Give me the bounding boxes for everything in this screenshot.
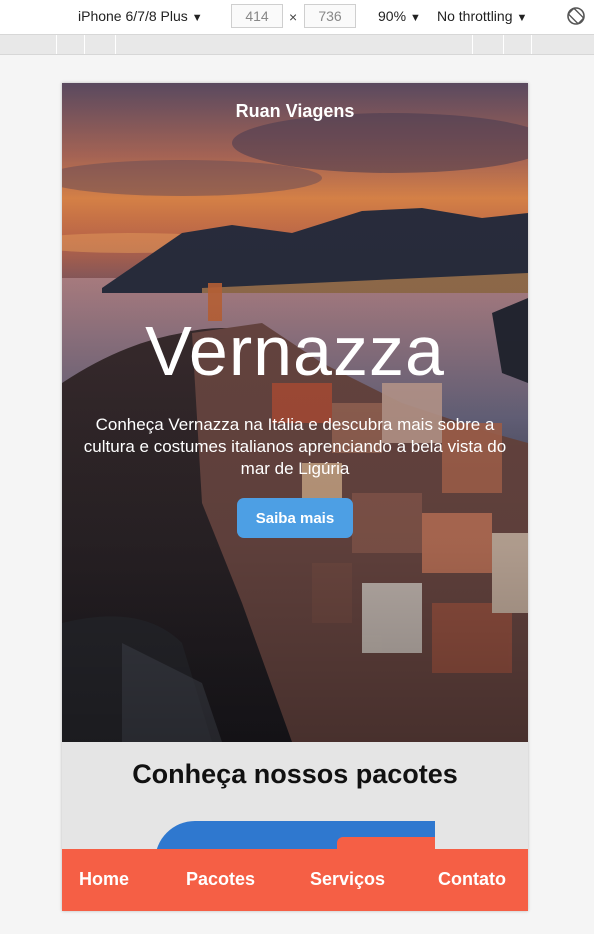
bottom-navigation: Home Pacotes Serviços Contato [62, 849, 528, 911]
caret-down-icon: ▼ [516, 12, 528, 24]
viewport-height-input[interactable] [304, 4, 356, 28]
media-query-bar [0, 35, 594, 55]
caret-down-icon: ▼ [410, 12, 421, 24]
dimension-separator: × [289, 9, 298, 25]
nav-item-servicos[interactable]: Serviços [310, 869, 385, 890]
ruler-tick [56, 35, 57, 54]
hero-background-image [62, 83, 528, 742]
ruler-tick [472, 35, 473, 54]
zoom-select[interactable]: 90% ▼ [378, 8, 421, 24]
packages-section-title: Conheça nossos pacotes [132, 759, 458, 789]
throttling-select[interactable]: No throttling ▼ [437, 8, 527, 24]
saiba-mais-button[interactable]: Saiba mais [237, 498, 353, 538]
ruler-tick [115, 35, 116, 54]
device-label: iPhone 6/7/8 Plus [78, 8, 188, 24]
nav-item-home[interactable]: Home [79, 869, 129, 890]
hero-description: Conheça Vernazza na Itália e descubra ma… [83, 415, 507, 478]
device-viewport: Ruan Viagens Vernazza Conheça Vernazza n… [62, 83, 528, 911]
throttling-label: No throttling [437, 8, 513, 24]
nav-item-pacotes[interactable]: Pacotes [186, 869, 255, 890]
brand-logo-text[interactable]: Ruan Viagens [62, 101, 528, 122]
rotate-icon[interactable] [566, 6, 586, 26]
devtools-toolbar: iPhone 6/7/8 Plus▼ × 90%▼ No throttling▼ [0, 0, 594, 35]
hero-title: Vernazza [145, 312, 445, 390]
device-select[interactable]: iPhone 6/7/8 Plus ▼ [78, 8, 203, 24]
viewport-width-input[interactable] [231, 4, 283, 28]
ruler-tick [503, 35, 504, 54]
nav-item-contato[interactable]: Contato [438, 869, 506, 890]
ruler-tick [84, 35, 85, 54]
zoom-label: 90% [378, 8, 407, 24]
ruler-tick [531, 35, 532, 54]
hero-section: Ruan Viagens Vernazza Conheça Vernazza n… [62, 83, 528, 742]
caret-down-icon: ▼ [191, 12, 203, 24]
